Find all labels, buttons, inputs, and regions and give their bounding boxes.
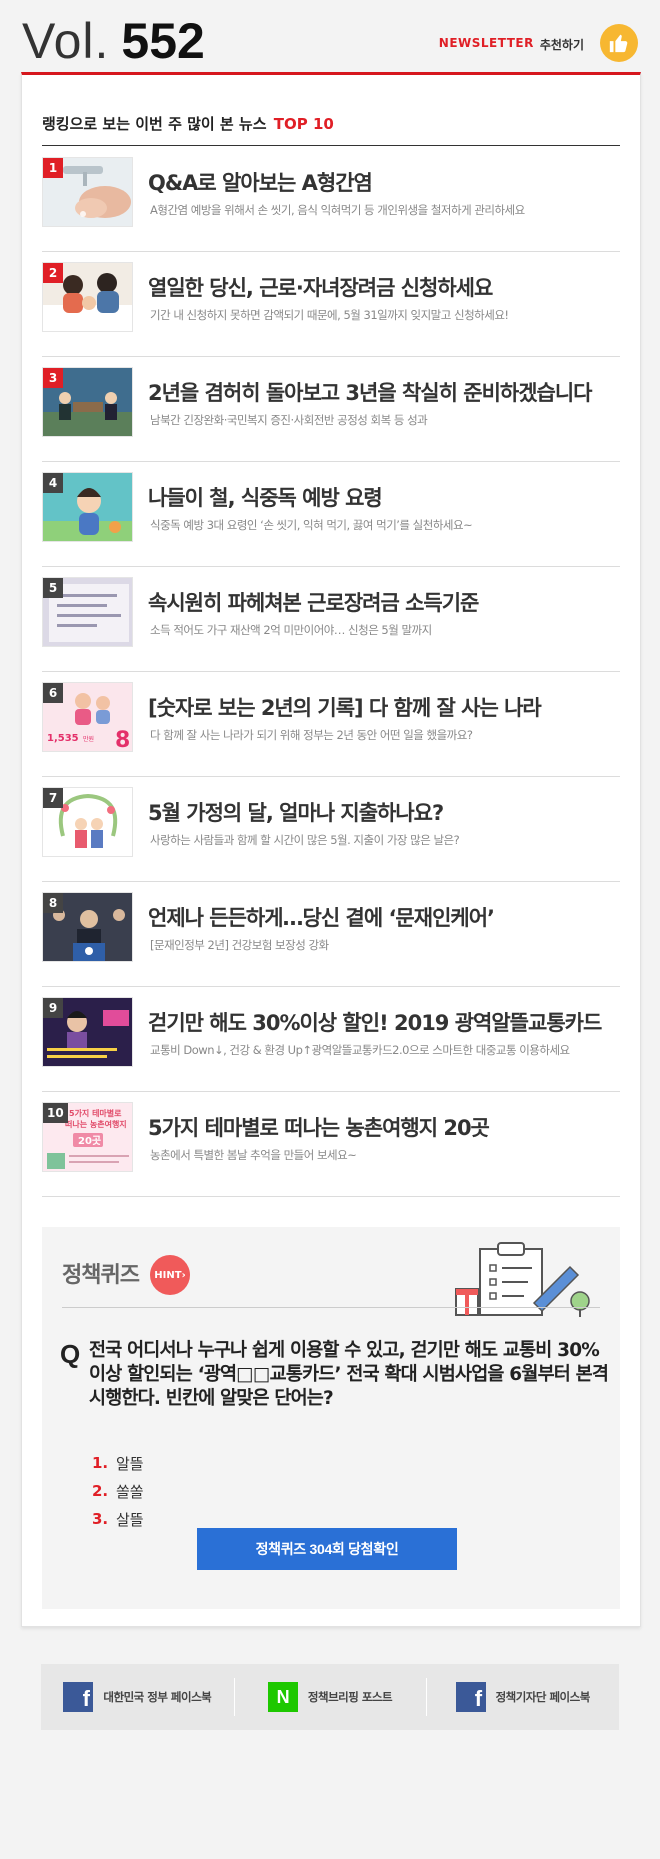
quiz-options: 1. 알뜰 2. 쏠쏠 3. 살뜰 xyxy=(92,1449,144,1533)
footer-links: f 대한민국 정부 페이스북 N 정책브리핑 포스트 f 정책기자단 페이스북 xyxy=(41,1664,619,1730)
rank-badge: 9 xyxy=(43,998,63,1018)
news-title[interactable]: 5월 가정의 달, 얼마나 지출하나요? xyxy=(148,797,628,827)
news-item-2[interactable]: 2 열일한 당신, 근로·자녀장려금 신청하세요 기간 내 신청하지 못하면 감… xyxy=(42,252,620,357)
news-item-5[interactable]: 5 속시원히 파헤쳐본 근로장려금 소득기준 소득 적어도 가구 재산액 2억 … xyxy=(42,567,620,672)
quiz-option[interactable]: 2. 쏠쏠 xyxy=(92,1477,144,1505)
news-desc: 소득 적어도 가구 재산액 2억 미만이어야… 신청은 5월 말까지 xyxy=(150,623,432,637)
rank-badge: 4 xyxy=(43,473,63,493)
news-thumbnail[interactable]: 1 xyxy=(42,157,133,227)
news-title[interactable]: 언제나 든든하게…당신 곁에 ‘문재인케어’ xyxy=(148,902,628,932)
rank-badge: 3 xyxy=(43,368,63,388)
footer-link-reporter-facebook[interactable]: f 정책기자단 페이스북 xyxy=(426,1664,619,1730)
rank-badge: 10 xyxy=(43,1103,68,1123)
news-desc: 사랑하는 사람들과 함께 할 시간이 많은 5월. 지출이 가장 많은 날은? xyxy=(150,833,460,847)
newsletter-label: NEWSLETTER xyxy=(438,36,534,50)
news-desc: 농촌에서 특별한 봄날 추억을 만들어 보세요~ xyxy=(150,1148,357,1162)
news-item-4[interactable]: 4 나들이 철, 식중독 예방 요령 식중독 예방 3대 요령인 ‘손 씻기, … xyxy=(42,462,620,567)
option-label: 쏠쏠 xyxy=(116,1482,144,1501)
naver-icon: N xyxy=(267,1682,298,1712)
main-card: 랭킹으로 보는 이번 주 많이 본 뉴스 TOP 10 1 Q&A로 알아보는 … xyxy=(21,72,641,1627)
news-title[interactable]: 걷기만 해도 30%이상 할인! 2019 광역알뜰교통카드 xyxy=(148,1007,628,1037)
news-thumbnail[interactable]: 2 xyxy=(42,262,133,332)
news-item-3[interactable]: 3 2년을 겸허히 돌아보고 3년을 착실히 준비하겠습니다 남북간 긴장완화·… xyxy=(42,357,620,462)
news-desc: 다 함께 잘 사는 나라가 되기 위해 정부는 2년 동안 어떤 일을 했을까요… xyxy=(150,728,473,742)
vol-text: Vol. xyxy=(22,13,110,69)
news-item-7[interactable]: 7 5월 가정의 달, 얼마나 지출하나요? 사랑하는 사람들과 함께 할 시간… xyxy=(42,777,620,882)
recommend-label: 추천하기 xyxy=(539,38,584,52)
option-number: 1. xyxy=(92,1454,109,1472)
news-thumbnail[interactable]: 4 xyxy=(42,472,133,542)
poster-count: 20곳 xyxy=(78,1135,101,1147)
news-thumbnail[interactable]: 5 xyxy=(42,577,133,647)
divider xyxy=(42,145,620,146)
section-title-highlight: TOP 10 xyxy=(273,115,334,133)
news-desc: A형간염 예방을 위해서 손 씻기, 음식 익혀먹기 등 개인위생을 철저하게 … xyxy=(150,203,525,217)
quiz-title: 정책퀴즈 xyxy=(62,1263,140,1288)
news-title[interactable]: [숫자로 보는 2년의 기록] 다 함께 잘 사는 나라 xyxy=(148,692,628,722)
thumbs-up-icon[interactable] xyxy=(600,24,638,62)
facebook-icon: f xyxy=(455,1682,486,1712)
hint-label: HINT xyxy=(154,1269,182,1281)
footer-link-gov-facebook[interactable]: f 대한민국 정부 페이스북 xyxy=(41,1664,234,1730)
footer-link-briefing-post[interactable]: N 정책브리핑 포스트 xyxy=(233,1664,427,1730)
news-thumbnail[interactable]: 10 5가지 테마별로 떠나는 농촌여행지 20곳 xyxy=(42,1102,133,1172)
policy-quiz: 정책퀴즈 HINT › Q 전국 어디서나 누구나 쉽게 이용할 수 있고, 걷기… xyxy=(42,1227,620,1609)
news-desc: 남북간 긴장완화·국민복지 증진·사회전반 공정성 회복 등 성과 xyxy=(150,413,428,427)
footer-link-label: 정책브리핑 포스트 xyxy=(307,1690,393,1704)
quiz-option[interactable]: 3. 살뜰 xyxy=(92,1505,144,1533)
news-thumbnail[interactable]: 9 xyxy=(42,997,133,1067)
rank-badge: 5 xyxy=(43,578,63,598)
rank-badge: 7 xyxy=(43,788,63,808)
option-number: 2. xyxy=(92,1482,109,1500)
vol-number: 552 xyxy=(121,13,205,69)
quiz-option[interactable]: 1. 알뜰 xyxy=(92,1449,144,1477)
news-thumbnail[interactable]: 6 1,535 만원 8 xyxy=(42,682,133,752)
news-desc: [문재인정부 2년] 건강보험 보장성 강화 xyxy=(150,938,329,952)
footer-link-label: 정책기자단 페이스북 xyxy=(495,1690,591,1704)
news-item-9[interactable]: 9 걷기만 해도 30%이상 할인! 2019 광역알뜰교통카드 교통비 Dow… xyxy=(42,987,620,1092)
news-title[interactable]: 2년을 겸허히 돌아보고 3년을 착실히 준비하겠습니다 xyxy=(148,377,628,407)
volume-label: Vol. 552 xyxy=(22,12,205,70)
hint-button[interactable]: HINT › xyxy=(150,1255,190,1295)
question-mark-icon: Q xyxy=(60,1339,81,1369)
chevron-right-icon: › xyxy=(181,1269,186,1281)
news-desc: 기간 내 신청하지 못하면 감액되기 때문에, 5월 31일까지 잊지말고 신청… xyxy=(150,308,509,322)
news-item-10[interactable]: 10 5가지 테마별로 떠나는 농촌여행지 20곳 5가지 테마별로 떠나는 농… xyxy=(42,1092,620,1197)
news-thumbnail[interactable]: 7 xyxy=(42,787,133,857)
footer-link-label: 대한민국 정부 페이스북 xyxy=(103,1690,212,1704)
option-label: 살뜰 xyxy=(116,1510,144,1529)
news-item-6[interactable]: 6 1,535 만원 8 [숫자로 보는 2년의 기록] 다 함께 잘 사는 나… xyxy=(42,672,620,777)
section-title: 랭킹으로 보는 이번 주 많이 본 뉴스 TOP 10 xyxy=(42,113,334,134)
news-desc: 식중독 예방 3대 요령인 ‘손 씻기, 익혀 먹기, 끓여 먹기’를 실천하세… xyxy=(150,518,473,532)
quiz-result-button[interactable]: 정책퀴즈 304회 당첨확인 xyxy=(197,1528,457,1570)
news-thumbnail[interactable]: 3 xyxy=(42,367,133,437)
option-number: 3. xyxy=(92,1510,109,1528)
recommend-link[interactable]: NEWSLETTER 추천하기 xyxy=(439,36,584,53)
section-title-text: 랭킹으로 보는 이번 주 많이 본 뉴스 xyxy=(42,115,267,133)
newsletter-header: Vol. 552 NEWSLETTER 추천하기 xyxy=(0,0,660,80)
rank-badge: 1 xyxy=(43,158,63,178)
news-item-1[interactable]: 1 Q&A로 알아보는 A형간염 A형간염 예방을 위해서 손 씻기, 음식 익… xyxy=(42,147,620,252)
infographic-big-number: 8 xyxy=(115,728,130,752)
option-label: 알뜰 xyxy=(116,1454,144,1473)
facebook-icon: f xyxy=(63,1682,94,1712)
news-thumbnail[interactable]: 8 xyxy=(42,892,133,962)
poster-line1: 5가지 테마별로 xyxy=(69,1108,122,1118)
news-title[interactable]: Q&A로 알아보는 A형간염 xyxy=(148,167,628,197)
infographic-number: 1,535 xyxy=(47,733,79,744)
rank-badge: 2 xyxy=(43,263,63,283)
divider xyxy=(62,1307,600,1308)
news-title[interactable]: 나들이 철, 식중독 예방 요령 xyxy=(148,482,628,512)
news-title[interactable]: 열일한 당신, 근로·자녀장려금 신청하세요 xyxy=(148,272,628,302)
poster-line2: 떠나는 농촌여행지 xyxy=(65,1119,127,1129)
infographic-unit: 만원 xyxy=(83,735,94,743)
news-title[interactable]: 5가지 테마별로 떠나는 농촌여행지 20곳 xyxy=(148,1112,628,1142)
rank-badge: 6 xyxy=(43,683,63,703)
rank-badge: 8 xyxy=(43,893,63,913)
quiz-question: 전국 어디서나 누구나 쉽게 이용할 수 있고, 걷기만 해도 교통비 30% … xyxy=(89,1340,609,1409)
news-desc: 교통비 Down↓, 건강 & 환경 Up↑광역알뜰교통카드2.0으로 스마트한… xyxy=(150,1043,570,1057)
news-item-8[interactable]: 8 언제나 든든하게…당신 곁에 ‘문재인케어’ [문재인정부 2년] 건강보험… xyxy=(42,882,620,987)
news-title[interactable]: 속시원히 파헤쳐본 근로장려금 소득기준 xyxy=(148,587,628,617)
